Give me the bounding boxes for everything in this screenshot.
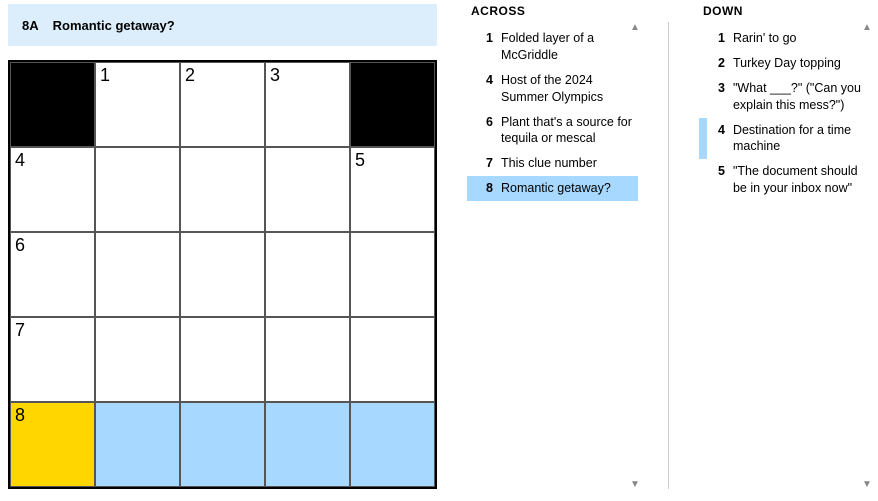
current-clue-bar: 8A Romantic getaway?: [8, 4, 437, 46]
grid-cell[interactable]: [350, 402, 435, 487]
grid-cell[interactable]: 6: [10, 232, 95, 317]
cell-number: 6: [15, 235, 25, 256]
clue-text: Destination for a time machine: [733, 122, 864, 156]
clue-number: 7: [475, 155, 493, 172]
grid-cell[interactable]: [180, 232, 265, 317]
clue-text: Plant that's a source for tequila or mes…: [501, 114, 632, 148]
clue-number: 1: [707, 30, 725, 47]
clue-item[interactable]: 1 Rarin' to go: [699, 26, 870, 51]
scroll-up-icon[interactable]: ▲: [862, 22, 872, 32]
grid-cell[interactable]: [180, 147, 265, 232]
clue-text: "What ___?" ("Can you explain this mess?…: [733, 80, 864, 114]
clue-item[interactable]: 1Folded layer of a McGriddle: [467, 26, 638, 68]
column-divider: [668, 22, 669, 489]
grid-cell-black: [10, 62, 95, 147]
grid-cell[interactable]: [95, 147, 180, 232]
crossword-grid: 1 2 3 4 5 6 7 8: [8, 60, 437, 489]
grid-cell[interactable]: [95, 232, 180, 317]
clue-number: 4: [707, 122, 725, 156]
clue-item[interactable]: 3"What ___?" ("Can you explain this mess…: [699, 76, 870, 118]
current-clue-number: 8A: [22, 18, 39, 33]
grid-cell[interactable]: 8: [10, 402, 95, 487]
clue-number: 1: [475, 30, 493, 64]
clue-text: Rarin' to go: [733, 30, 864, 47]
grid-cell[interactable]: 1: [95, 62, 180, 147]
down-header: DOWN: [699, 4, 870, 18]
clue-item[interactable]: 4Host of the 2024 Summer Olympics: [467, 68, 638, 110]
cell-number: 1: [100, 65, 110, 86]
across-clues-column: ACROSS 1Folded layer of a McGriddle4Host…: [467, 4, 638, 489]
clue-text: Folded layer of a McGriddle: [501, 30, 632, 64]
clue-text: "The document should be in your inbox no…: [733, 163, 864, 197]
clue-number: 4: [475, 72, 493, 106]
down-clues-column: DOWN 1 Rarin' to go 2 Turkey Day topping 3"W…: [699, 4, 870, 489]
clue-text: This clue number: [501, 155, 632, 172]
clue-item[interactable]: 2 Turkey Day topping: [699, 51, 870, 76]
clue-text: Romantic getaway?: [501, 180, 632, 197]
scroll-up-icon[interactable]: ▲: [630, 22, 640, 32]
cell-number: 4: [15, 150, 25, 171]
clue-number: 5: [707, 163, 725, 197]
across-header: ACROSS: [467, 4, 638, 18]
down-clue-list: 1 Rarin' to go 2 Turkey Day topping 3"What _…: [699, 26, 870, 201]
grid-cell[interactable]: [95, 402, 180, 487]
grid-cell-black: [350, 62, 435, 147]
clue-item[interactable]: 5"The document should be in your inbox n…: [699, 159, 870, 201]
grid-cell[interactable]: [180, 317, 265, 402]
grid-cell[interactable]: [265, 317, 350, 402]
grid-cell[interactable]: [265, 232, 350, 317]
clue-number: 3: [707, 80, 725, 114]
grid-cell[interactable]: [265, 147, 350, 232]
clue-number: 6: [475, 114, 493, 148]
cell-number: 2: [185, 65, 195, 86]
scroll-down-icon[interactable]: ▼: [862, 479, 872, 489]
grid-cell[interactable]: [265, 402, 350, 487]
grid-cell[interactable]: [95, 317, 180, 402]
current-clue-text: Romantic getaway?: [53, 18, 175, 33]
across-clue-list: 1Folded layer of a McGriddle4Host of the…: [467, 26, 638, 201]
grid-cell[interactable]: [350, 232, 435, 317]
clue-item[interactable]: 8 Romantic getaway?: [467, 176, 638, 201]
scroll-down-icon[interactable]: ▼: [630, 479, 640, 489]
grid-cell[interactable]: 5: [350, 147, 435, 232]
clue-text: Host of the 2024 Summer Olympics: [501, 72, 632, 106]
clue-number: 2: [707, 55, 725, 72]
grid-cell[interactable]: 4: [10, 147, 95, 232]
cell-number: 7: [15, 320, 25, 341]
clue-number: 8: [475, 180, 493, 197]
grid-cell[interactable]: [350, 317, 435, 402]
clue-item[interactable]: 4Destination for a time machine: [699, 118, 870, 160]
cell-number: 8: [15, 405, 25, 426]
grid-cell[interactable]: 3: [265, 62, 350, 147]
clue-text: Turkey Day topping: [733, 55, 864, 72]
clue-item[interactable]: 6Plant that's a source for tequila or me…: [467, 110, 638, 152]
cell-number: 3: [270, 65, 280, 86]
cell-number: 5: [355, 150, 365, 171]
grid-cell[interactable]: 2: [180, 62, 265, 147]
grid-cell[interactable]: 7: [10, 317, 95, 402]
grid-cell[interactable]: [180, 402, 265, 487]
clue-item[interactable]: 7 This clue number: [467, 151, 638, 176]
